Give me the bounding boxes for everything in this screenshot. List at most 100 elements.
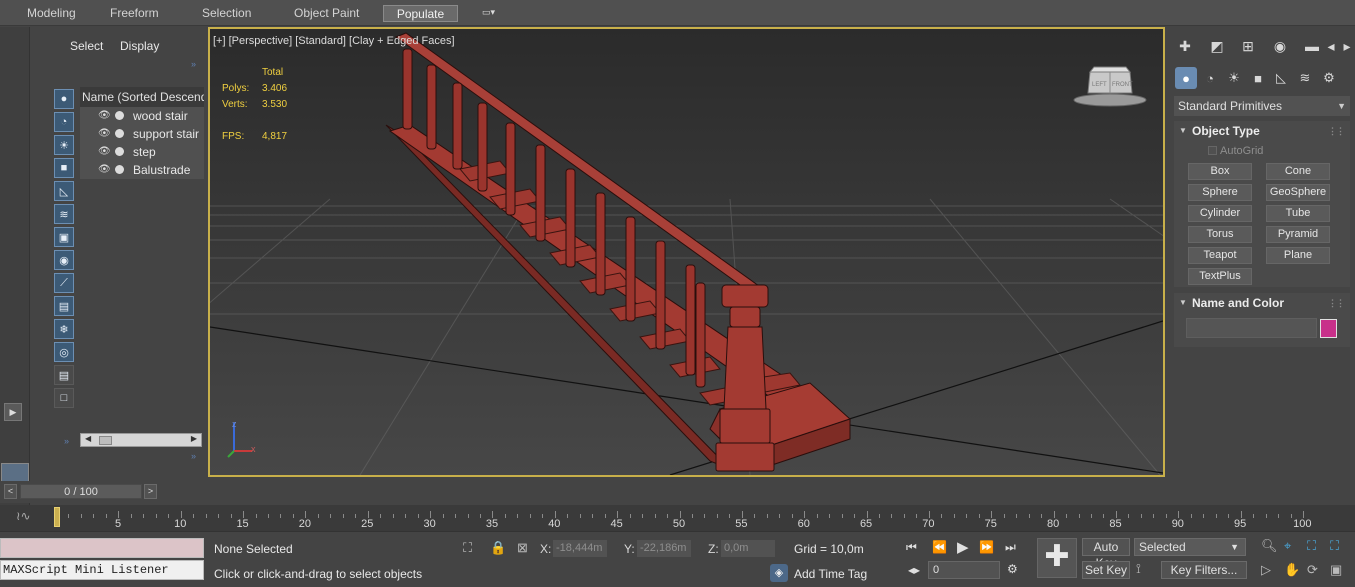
- explorer-menu-display[interactable]: Display: [120, 39, 159, 53]
- pan-icon[interactable]: ✋: [1284, 562, 1300, 578]
- freeze-dot-icon[interactable]: [115, 165, 124, 174]
- display-none-icon[interactable]: □: [54, 388, 74, 408]
- pyramid-button[interactable]: Pyramid: [1266, 226, 1330, 243]
- geometry-category-icon[interactable]: ●: [1175, 67, 1197, 89]
- maxscript-output[interactable]: [0, 538, 204, 558]
- teapot-button[interactable]: Teapot: [1188, 247, 1252, 264]
- display-helpers-icon[interactable]: ◺: [54, 181, 74, 201]
- box-button[interactable]: Box: [1188, 163, 1252, 180]
- cameras-category-icon[interactable]: ■: [1247, 67, 1269, 89]
- expand-play-icon[interactable]: ▶: [4, 403, 22, 421]
- tab-modeling[interactable]: Modeling: [15, 5, 88, 22]
- add-time-tag[interactable]: Add Time Tag: [794, 567, 867, 581]
- next-frame-button[interactable]: >: [144, 484, 157, 499]
- curve-editor-icon[interactable]: ≀∿: [16, 509, 31, 523]
- previous-key-icon[interactable]: ⏪: [932, 540, 947, 554]
- go-to-end-icon[interactable]: ⏭: [1005, 540, 1016, 555]
- eye-icon[interactable]: 👁: [98, 164, 111, 176]
- display-bones-icon[interactable]: ⟋: [54, 273, 74, 293]
- field-of-view-icon[interactable]: ▷: [1261, 562, 1271, 578]
- display-tab-icon[interactable]: ▬: [1301, 35, 1323, 57]
- display-geometry-icon[interactable]: ●: [54, 89, 74, 109]
- time-configuration-icon[interactable]: ⚙: [1007, 562, 1018, 576]
- double-chevron-icon[interactable]: »: [191, 451, 196, 461]
- viewport-label[interactable]: [+] [Perspective] [Standard] [Clay + Edg…: [213, 35, 455, 47]
- display-xrefs-icon[interactable]: ◉: [54, 250, 74, 270]
- key-filters-button[interactable]: Key Filters...: [1161, 561, 1247, 579]
- explorer-row[interactable]: 👁 Balustrade: [80, 161, 204, 179]
- cylinder-button[interactable]: Cylinder: [1188, 205, 1252, 222]
- tab-populate[interactable]: Populate: [383, 5, 458, 22]
- track-bar[interactable]: ≀∿ 5 10 15 20 25 30 35 40 45 50 55 60 65 70 75 80 85 90 95…: [0, 505, 1355, 531]
- display-shapes-icon[interactable]: ◔: [54, 112, 74, 132]
- isolate-selection-icon[interactable]: ⛶: [463, 540, 472, 556]
- systems-category-icon[interactable]: ⚙: [1318, 67, 1340, 89]
- display-lights-icon[interactable]: ☀: [54, 135, 74, 155]
- eye-icon[interactable]: 👁: [98, 110, 111, 122]
- x-coordinate-field[interactable]: -18,444m: [553, 540, 607, 557]
- tab-selection[interactable]: Selection: [190, 5, 263, 22]
- explorer-row[interactable]: 👁 step: [80, 143, 204, 161]
- zoom-all-icon[interactable]: ⌖: [1284, 538, 1291, 554]
- name-and-color-header[interactable]: ▼ Name and Color ⋮⋮: [1174, 293, 1350, 313]
- spacewarps-category-icon[interactable]: ≋: [1294, 67, 1316, 89]
- explorer-column-header[interactable]: Name (Sorted Descending): [80, 87, 204, 107]
- freeze-dot-icon[interactable]: [115, 111, 124, 120]
- set-keys-button[interactable]: ✚: [1037, 538, 1077, 578]
- perspective-viewport[interactable]: LEFT FRONT z x [+] [Perspective] [Standa…: [208, 27, 1165, 477]
- key-tangent-icon[interactable]: ⟟: [1136, 561, 1141, 577]
- freeze-dot-icon[interactable]: [115, 147, 124, 156]
- go-to-start-icon[interactable]: ⏮: [906, 540, 917, 555]
- display-spacewarps-icon[interactable]: ≋: [54, 204, 74, 224]
- z-coordinate-field[interactable]: 0,0m: [721, 540, 775, 557]
- object-color-swatch[interactable]: [1320, 319, 1337, 338]
- lights-category-icon[interactable]: ☀: [1223, 67, 1245, 89]
- play-icon[interactable]: ▶: [957, 538, 969, 556]
- time-marker[interactable]: [54, 507, 60, 527]
- orbit-icon[interactable]: ⟳: [1307, 562, 1318, 578]
- tube-button[interactable]: Tube: [1266, 205, 1330, 222]
- display-all-icon[interactable]: ▤: [54, 365, 74, 385]
- next-key-icon[interactable]: ⏩: [979, 540, 994, 554]
- freeze-dot-icon[interactable]: [115, 129, 124, 138]
- time-tag-icon[interactable]: ◈: [770, 564, 788, 582]
- double-chevron-icon[interactable]: »: [191, 59, 196, 69]
- explorer-row[interactable]: 👁 support stair: [80, 125, 204, 143]
- zoom-icon[interactable]: 🔍︎: [1261, 538, 1278, 554]
- scroll-right-icon[interactable]: ▸: [1340, 35, 1354, 57]
- zoom-extents-icon[interactable]: ⛶: [1307, 538, 1316, 554]
- ribbon-options-dropdown[interactable]: ▭▾: [482, 7, 504, 19]
- zoom-extents-all-icon[interactable]: ⛶: [1330, 538, 1339, 554]
- helpers-category-icon[interactable]: ◺: [1270, 67, 1292, 89]
- display-frozen-icon[interactable]: ❄: [54, 319, 74, 339]
- display-groups-icon[interactable]: ▣: [54, 227, 74, 247]
- sphere-button[interactable]: Sphere: [1188, 184, 1252, 201]
- eye-icon[interactable]: 👁: [98, 128, 111, 140]
- primitive-category-select[interactable]: Standard Primitives ▼: [1174, 96, 1350, 116]
- display-containers-icon[interactable]: ▤: [54, 296, 74, 316]
- scroll-left-icon[interactable]: ◀: [85, 434, 91, 443]
- modify-tab-icon[interactable]: ◩: [1206, 35, 1228, 57]
- object-name-field[interactable]: [1186, 318, 1317, 338]
- hierarchy-tab-icon[interactable]: ⊞: [1237, 35, 1259, 57]
- set-key-button[interactable]: Set Key: [1082, 561, 1130, 579]
- checkbox-box[interactable]: [1208, 146, 1217, 155]
- cone-button[interactable]: Cone: [1266, 163, 1330, 180]
- scroll-thumb[interactable]: [99, 436, 112, 445]
- create-tab-icon[interactable]: ✚: [1174, 35, 1196, 57]
- tab-freeform[interactable]: Freeform: [98, 5, 171, 22]
- geosphere-button[interactable]: GeoSphere: [1266, 184, 1330, 201]
- auto-key-button[interactable]: Auto Key: [1082, 538, 1130, 570]
- textplus-button[interactable]: TextPlus: [1188, 268, 1252, 285]
- current-frame-spinner[interactable]: 0: [928, 561, 1000, 579]
- explorer-row[interactable]: 👁 wood stair: [80, 107, 204, 125]
- scroll-right-icon[interactable]: ▶: [191, 434, 197, 443]
- eye-icon[interactable]: 👁: [98, 146, 111, 158]
- motion-tab-icon[interactable]: ◉: [1269, 35, 1291, 57]
- prev-frame-button[interactable]: <: [4, 484, 17, 499]
- double-chevron-icon[interactable]: »: [64, 436, 69, 446]
- explorer-menu-select[interactable]: Select: [70, 39, 103, 53]
- display-cameras-icon[interactable]: ■: [54, 158, 74, 178]
- key-mode-toggle-icon[interactable]: ◂▸: [908, 563, 920, 577]
- lock-icon[interactable]: 🔒: [490, 540, 506, 556]
